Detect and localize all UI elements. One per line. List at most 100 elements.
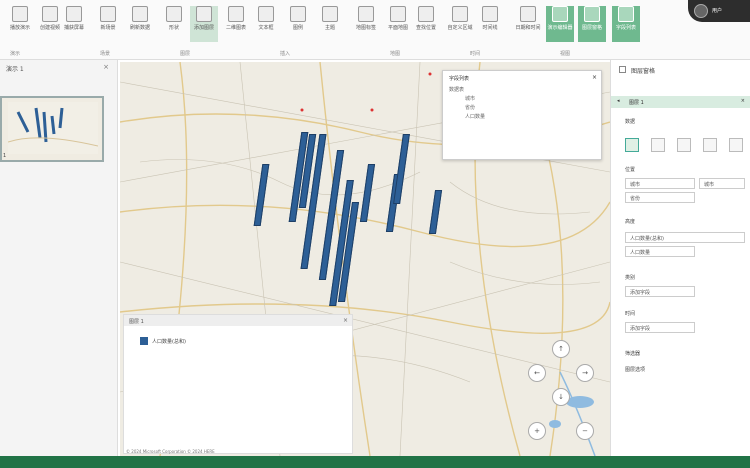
height-label: 高度 [625, 219, 636, 225]
location-field[interactable]: 省份 [625, 192, 695, 203]
close-icon[interactable]: × [592, 74, 597, 81]
filter-section[interactable]: 筛选器 [625, 350, 640, 357]
scene-preview [8, 102, 98, 154]
section-data[interactable]: 数据 [625, 118, 635, 125]
close-icon[interactable]: × [343, 317, 348, 324]
add-layer-button[interactable]: 添加图层 [190, 6, 218, 42]
ribbon-button-label: 地图标签 [355, 25, 376, 31]
shape-icon [166, 6, 182, 22]
custom-regions-button[interactable]: 自定义区域 [446, 6, 474, 42]
list-icon [618, 6, 634, 22]
legend-title: 图层 1 [124, 315, 352, 326]
collapse-icon[interactable]: ◂ [617, 98, 620, 104]
ribbon-button-label: 日期和时间 [515, 25, 541, 31]
timeline-button[interactable]: 时间线 [476, 6, 504, 42]
category-field[interactable]: 添加字段 [625, 286, 695, 297]
ribbon-button-label: 查找位置 [415, 25, 436, 31]
tour-editor-button[interactable]: 演示编辑器 [546, 6, 574, 42]
ribbon-button-label: 图例 [292, 25, 303, 31]
tilt-up-icon[interactable]: ↑ [552, 340, 570, 358]
popup-item[interactable]: 省份 [443, 104, 601, 113]
ribbon-button-label: 文本框 [258, 25, 274, 31]
popup-item[interactable]: 数据表 [443, 86, 601, 95]
layer-pane-button[interactable]: 图层窗格 [578, 6, 606, 42]
new-scene-button[interactable]: 新场景 [94, 6, 122, 42]
status-bar [0, 456, 750, 468]
map-labels-button[interactable]: 地图标签 [352, 6, 380, 42]
heatmap-icon[interactable] [703, 138, 717, 152]
zoom-out-icon[interactable]: − [576, 422, 594, 440]
height-field[interactable]: 人口数量(总和) [625, 232, 745, 243]
legend-icon [290, 6, 306, 22]
map-canvas[interactable]: 字段列表 × 数据表 城市 省份 人口数量 图层 1 × 人口数量(总和) ↑ … [120, 62, 610, 456]
location-icon [418, 6, 434, 22]
layer-pane-title: 图层窗格 [611, 60, 750, 78]
stacked-column-icon[interactable] [625, 138, 639, 152]
popup-item[interactable]: 人口数量 [443, 113, 601, 122]
bubble-icon[interactable] [677, 138, 691, 152]
region-icon [452, 6, 468, 22]
ribbon-button-label: 添加图层 [193, 25, 214, 31]
user-account[interactable]: 用户 [688, 0, 750, 22]
find-location-button[interactable]: 查找位置 [412, 6, 440, 42]
editor-icon [552, 6, 568, 22]
map-copyright: © 2024 Microsoft Corporation © 2024 HERE [126, 449, 215, 454]
chart-2d-button[interactable]: 二维图表 [222, 6, 250, 42]
avatar [694, 4, 708, 18]
ribbon-button-label: 捕获屏幕 [63, 25, 84, 31]
timeline-icon [482, 6, 498, 22]
ribbon-button-label: 字段列表 [615, 25, 636, 31]
play-icon [12, 6, 28, 22]
shapes-button[interactable]: 形状 [160, 6, 188, 42]
refresh-button[interactable]: 刷新数据 [126, 6, 154, 42]
location-field[interactable]: 城市 [625, 178, 695, 189]
location-type-select[interactable]: 城市 [699, 178, 745, 189]
filter-icon [619, 66, 626, 73]
camera-icon [66, 6, 82, 22]
ribbon-group-label: 插入 [280, 51, 291, 57]
height-sub-field[interactable]: 人口数量 [625, 246, 695, 257]
tilt-down-icon[interactable]: ↓ [552, 388, 570, 406]
user-label: 用户 [712, 8, 723, 14]
ribbon-button-label: 图层窗格 [581, 25, 602, 31]
clustered-column-icon[interactable] [651, 138, 665, 152]
layer-pane: 图层窗格 ◂ 图层 1 × 数据 位置 城市 城市 省份 高度 人口数量(总和)… [610, 60, 750, 456]
ribbon-button-label: 平面地图 [387, 25, 408, 31]
ribbon-button-label: 新场景 [100, 25, 116, 31]
field-list-button[interactable]: 字段列表 [612, 6, 640, 42]
play-tour-button[interactable]: 播放演示 [6, 6, 34, 42]
popup-item[interactable]: 城市 [443, 95, 601, 104]
label-icon [358, 6, 374, 22]
text-box-button[interactable]: 文本框 [252, 6, 280, 42]
map-legend[interactable]: 图层 1 × 人口数量(总和) [123, 314, 353, 454]
scene-number: 1 [3, 153, 7, 159]
themes-button[interactable]: 主题 [316, 6, 344, 42]
video-icon [42, 6, 58, 22]
close-icon[interactable]: × [741, 98, 745, 104]
ribbon-group-label: 视图 [560, 51, 571, 57]
close-icon[interactable]: × [103, 63, 109, 71]
flatmap-icon [390, 6, 406, 22]
category-label: 类别 [625, 275, 636, 281]
popup-title: 字段列表 [449, 76, 470, 82]
scene-icon [100, 6, 116, 22]
ribbon-group-label: 演示 [10, 51, 21, 57]
ribbon-button-label: 形状 [168, 25, 179, 31]
layer-pane-label: 图层窗格 [631, 68, 656, 75]
date-time-button[interactable]: 日期和时间 [514, 6, 542, 42]
region-icon[interactable] [729, 138, 743, 152]
legend-button[interactable]: 图例 [284, 6, 312, 42]
rotate-right-icon[interactable]: → [576, 364, 594, 382]
clock-icon [520, 6, 536, 22]
layer-row[interactable]: ◂ 图层 1 × [611, 96, 750, 108]
capture-screen-button[interactable]: 捕获屏幕 [60, 6, 88, 42]
time-label: 时间 [625, 311, 636, 317]
rotate-left-icon[interactable]: ← [528, 364, 546, 382]
zoom-in-icon[interactable]: + [528, 422, 546, 440]
field-list-popup: 字段列表 × 数据表 城市 省份 人口数量 [442, 70, 602, 160]
time-field[interactable]: 添加字段 [625, 322, 695, 333]
layer-options-section[interactable]: 图层选项 [625, 366, 645, 373]
textbox-icon [258, 6, 274, 22]
scene-thumbnail[interactable]: 1 [0, 96, 104, 162]
flat-map-button[interactable]: 平面地图 [384, 6, 412, 42]
